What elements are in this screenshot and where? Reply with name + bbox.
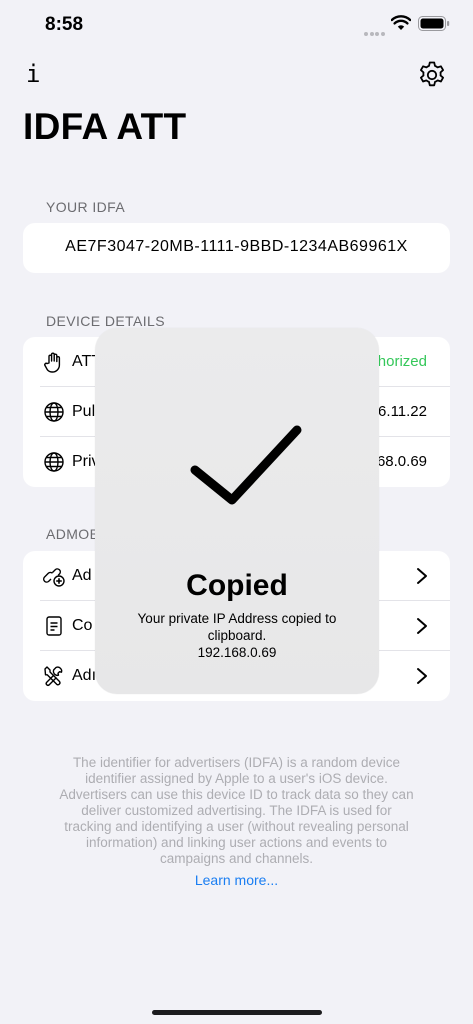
admob-row-add-label: Ad: [72, 567, 92, 584]
document-icon: [46, 616, 62, 636]
public-ip-label: Pul: [72, 403, 96, 420]
hud-message-ip: 192.168.0.69: [197, 645, 277, 660]
status-time: 8:58: [45, 14, 84, 35]
chevron-right-icon: [417, 668, 427, 684]
page-title: IDFA ATT: [23, 106, 187, 147]
globe-icon: [44, 402, 64, 422]
hud-message-text: Your private IP Address copied to clipbo…: [137, 611, 337, 643]
signal-dots-icon: [364, 23, 386, 41]
home-indicator: [152, 1010, 322, 1015]
idfa-section-header: YOUR IDFA: [46, 199, 126, 215]
admob-row-tools-label: Adı: [72, 667, 97, 684]
learn-more-link[interactable]: Learn more...: [0, 872, 473, 888]
gear-icon[interactable]: [417, 60, 447, 90]
info-button[interactable]: i: [26, 60, 46, 90]
admob-row-document-label: Co: [72, 617, 93, 634]
tools-icon: [44, 666, 63, 686]
att-status-value: horized: [377, 353, 427, 370]
hand-icon: [44, 352, 61, 373]
battery-icon: [418, 16, 450, 31]
idfa-value[interactable]: AE7F3047-20MB-1111-9BBD-1234AB69961X: [23, 238, 450, 256]
hud-title: Copied: [186, 569, 288, 602]
idfa-description: The identifier for advertisers (IDFA) is…: [59, 755, 414, 866]
chevron-right-icon: [417, 568, 427, 584]
wifi-icon: [391, 15, 411, 30]
admob-section-header: ADMOB: [46, 526, 100, 542]
link-add-icon: [43, 568, 65, 587]
idfa-card[interactable]: AE7F3047-20MB-1111-9BBD-1234AB69961X: [23, 223, 450, 273]
chevron-right-icon: [417, 618, 427, 634]
copied-hud: Copied Your private IP Address copied to…: [95, 328, 379, 694]
hud-message: Your private IP Address copied to clipbo…: [117, 610, 357, 661]
device-details-header: DEVICE DETAILS: [46, 313, 165, 329]
checkmark-icon: [190, 425, 302, 505]
globe-icon: [44, 452, 64, 472]
